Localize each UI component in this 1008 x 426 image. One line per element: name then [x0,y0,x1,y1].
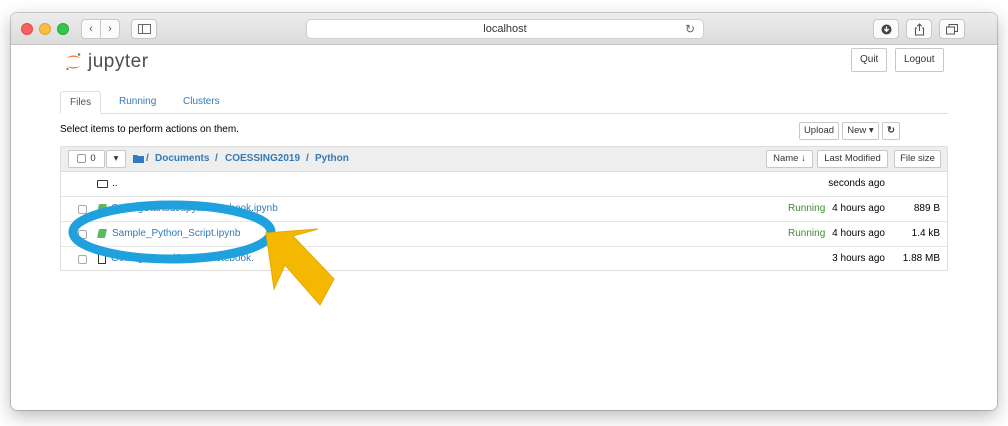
sidebar-icon [137,24,151,34]
download-icon [881,24,891,34]
logout-button[interactable]: Logout [895,48,944,72]
file-modified: 3 hours ago [832,253,885,264]
minimize-window-button[interactable] [39,23,51,35]
breadcrumb-python[interactable]: Python [315,153,349,164]
file-size: 889 B [913,203,940,214]
running-status: Running [788,203,826,214]
list-item[interactable]: GettingStartedJupyterNotebook.ipynb Runn… [61,197,947,222]
list-item[interactable]: Sample_Python_Script.ipynb Running 4 hou… [61,222,947,247]
tab-bar: Files Running Clusters [60,91,948,114]
file-icon [98,254,106,264]
browser-toolbar: ‹ › localhost ↻ [11,13,997,45]
selection-hint: Select items to perform actions on them. [60,124,239,135]
file-modified: seconds ago [828,178,885,189]
breadcrumb-sep: / [215,153,218,164]
back-button[interactable]: ‹ [81,19,101,39]
running-status: Running [788,228,826,239]
list-item[interactable]: GettingStartedJupyterNotebook. 3 hours a… [61,247,947,272]
forward-button[interactable]: › [100,19,120,39]
close-window-button[interactable] [21,23,33,35]
folder-icon [97,180,108,188]
jupyter-logo[interactable]: jupyter [65,51,149,73]
row-checkbox[interactable] [78,230,87,239]
upload-button[interactable]: Upload [799,122,839,140]
select-all-checkbox[interactable]: 0 [68,150,105,168]
list-item[interactable]: .. seconds ago [61,172,947,197]
selected-count: 0 [90,153,96,164]
new-dropdown-button[interactable]: New ▾ [842,122,879,140]
downloads-button[interactable] [873,19,899,39]
file-size: 1.88 MB [902,253,940,264]
file-name[interactable]: .. [112,178,118,189]
forward-icon: › [108,23,112,35]
row-checkbox[interactable] [78,205,87,214]
refresh-icon: ↻ [887,125,895,136]
back-icon: ‹ [89,23,93,35]
share-icon [914,22,924,36]
zoom-window-button[interactable] [57,23,69,35]
breadcrumb-root-sep: / [146,153,149,164]
file-name[interactable]: GettingStartedJupyterNotebook. [111,253,254,264]
tab-clusters[interactable]: Clusters [183,91,220,114]
notebook-icon [97,204,107,213]
select-all-box [77,153,87,163]
reload-icon[interactable]: ↻ [685,20,695,38]
sidebar-button[interactable] [131,19,157,39]
sort-by-name-button[interactable]: Name ↓ [766,150,813,168]
refresh-button[interactable]: ↻ [882,122,900,140]
tab-files[interactable]: Files [60,91,102,114]
row-checkbox[interactable] [78,255,87,264]
file-list-header: 0 ▾ / Documents / COESSING2019 / Python … [61,147,947,172]
address-bar[interactable]: localhost ↻ [306,19,704,39]
breadcrumb-sep: / [306,153,309,164]
jupyter-logo-icon [66,53,81,71]
share-button[interactable] [906,19,932,39]
url-text: localhost [483,23,527,35]
select-dropdown[interactable]: ▾ [106,150,126,168]
breadcrumb-documents[interactable]: Documents [155,153,209,164]
file-modified: 4 hours ago [832,228,885,239]
file-modified: 4 hours ago [832,203,885,214]
breadcrumb-coessing2019[interactable]: COESSING2019 [225,153,300,164]
notebook-icon [97,229,107,238]
tabs-overview-button[interactable] [939,19,965,39]
sort-by-size-button[interactable]: File size [894,150,941,168]
quit-button[interactable]: Quit [851,48,888,72]
browser-window: ‹ › localhost ↻ jupyter Quit Logout File… [11,13,997,410]
logo-text: jupyter [88,51,149,72]
tabs-icon [946,23,958,34]
caret-down-icon: ▾ [113,153,119,164]
folder-icon[interactable] [133,154,144,163]
file-name[interactable]: GettingStartedJupyterNotebook.ipynb [111,203,278,214]
file-list: 0 ▾ / Documents / COESSING2019 / Python … [60,146,948,271]
sort-by-modified-button[interactable]: Last Modified [817,150,888,168]
file-size: 1.4 kB [911,228,940,239]
tab-running[interactable]: Running [119,91,156,114]
file-name[interactable]: Sample_Python_Script.ipynb [112,228,240,239]
